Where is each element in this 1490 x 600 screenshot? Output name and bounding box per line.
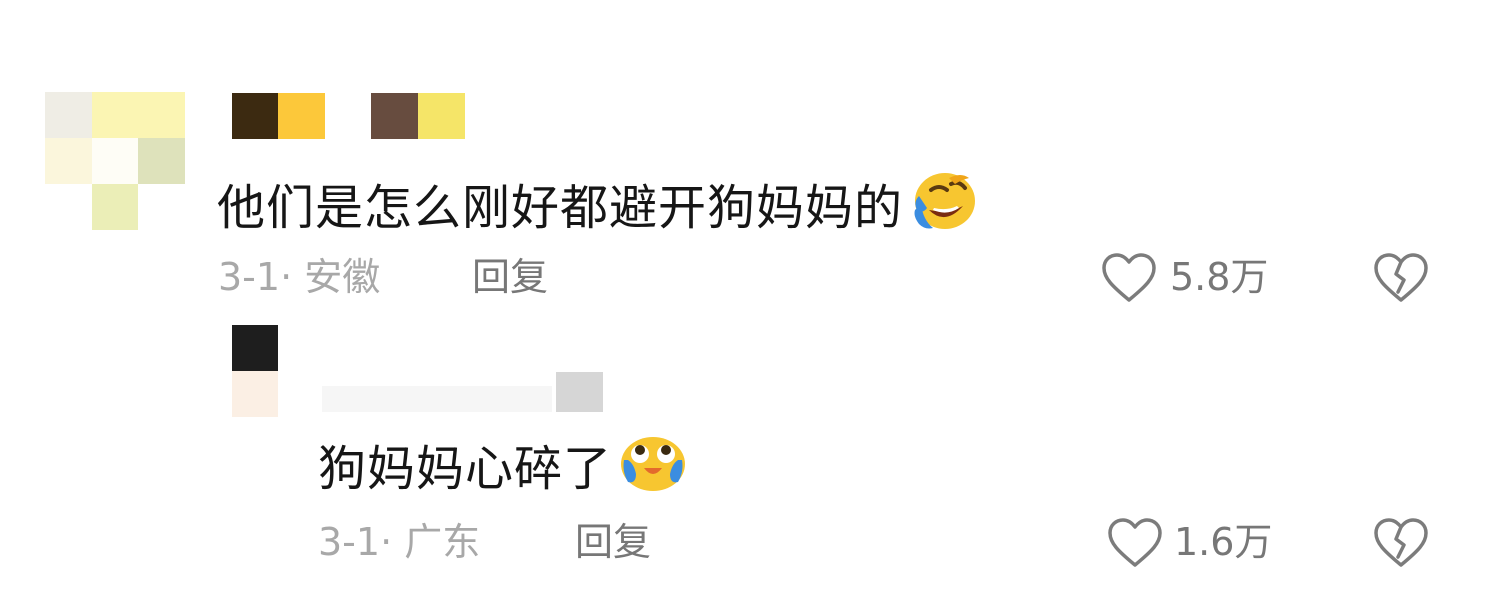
commenter-avatar[interactable] <box>45 92 185 232</box>
avatar-pixel <box>138 138 185 184</box>
avatar-pixel <box>45 92 92 138</box>
avatar-pixel <box>232 371 278 417</box>
comment-meta: 3-1· 安徽 <box>218 258 380 296</box>
replier-username-censored[interactable] <box>322 372 612 418</box>
reply-button[interactable]: 回复 <box>472 258 548 296</box>
like-count: 1.6万 <box>1174 520 1273 564</box>
heart-icon[interactable] <box>1100 252 1158 308</box>
heart-icon[interactable] <box>1106 517 1164 573</box>
crying-face-emoji <box>618 432 688 500</box>
comment-date: 3-1 <box>218 255 281 299</box>
reply-button[interactable]: 回复 <box>575 523 651 561</box>
meta-separator: · <box>380 520 393 564</box>
broken-heart-icon[interactable] <box>1372 252 1430 308</box>
reply-text: 狗妈妈心碎了 <box>318 441 613 497</box>
censor-block <box>371 93 418 139</box>
reply-meta: 3-1· 广东 <box>318 523 480 561</box>
censor-block <box>418 93 465 139</box>
comment-location: 安徽 <box>304 255 381 299</box>
like-count: 5.8万 <box>1170 255 1269 299</box>
censor-block <box>556 372 603 412</box>
replier-avatar[interactable] <box>232 325 278 417</box>
rolling-laughing-emoji <box>909 170 979 240</box>
censor-block <box>322 386 552 412</box>
commenter-username-censored[interactable] <box>232 93 472 139</box>
avatar-pixel <box>92 92 185 138</box>
reply-body: 狗妈妈心碎了 <box>318 437 688 506</box>
comment-thread: 他们是怎么刚好都避开狗妈妈的 3-1· 安徽 回复 5.8万 狗妈妈心碎了 3-… <box>0 0 1490 600</box>
meta-separator: · <box>280 255 293 299</box>
reply-date: 3-1 <box>318 520 381 564</box>
comment-text: 他们是怎么刚好都避开狗妈妈的 <box>217 180 904 236</box>
censor-block <box>278 93 325 139</box>
broken-heart-icon[interactable] <box>1372 517 1430 573</box>
avatar-pixel <box>232 325 278 371</box>
reply-location: 广东 <box>404 520 481 564</box>
comment-body: 他们是怎么刚好都避开狗妈妈的 <box>217 173 979 246</box>
avatar-pixel <box>92 184 138 230</box>
avatar-pixel <box>92 138 138 184</box>
censor-block <box>232 93 278 139</box>
avatar-pixel <box>45 138 92 184</box>
